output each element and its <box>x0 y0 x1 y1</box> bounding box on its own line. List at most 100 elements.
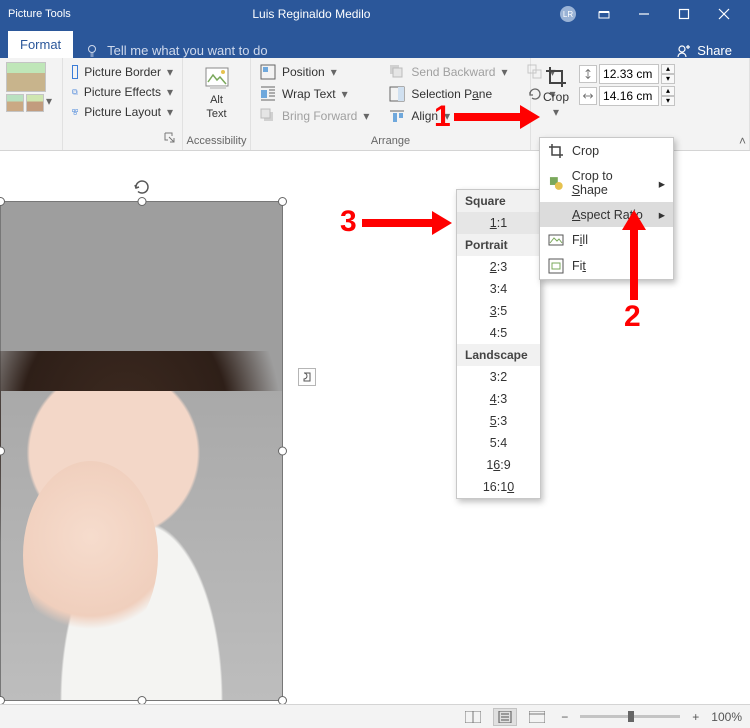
picture-effects-icon <box>72 84 78 100</box>
ribbon-options-icon <box>598 8 610 20</box>
web-layout-icon <box>529 711 545 723</box>
height-input[interactable] <box>599 64 659 84</box>
photo-content <box>23 461 158 650</box>
height-spinner[interactable]: ▴▾ <box>661 64 675 84</box>
share-icon <box>677 44 691 58</box>
position-label: Position <box>282 65 325 79</box>
crop-menu-fill[interactable]: Fill <box>540 227 673 253</box>
maximize-button[interactable] <box>664 0 704 28</box>
width-input[interactable] <box>599 86 659 106</box>
crop-split-button[interactable]: Crop ▾ <box>537 62 575 122</box>
resize-handle[interactable] <box>278 447 287 456</box>
share-label: Share <box>697 43 732 58</box>
picture-layout-label: Picture Layout <box>84 105 161 119</box>
picture-layout-icon <box>72 104 78 120</box>
bring-forward-button[interactable]: Bring Forward ▾ <box>257 106 372 126</box>
position-button[interactable]: Position ▾ <box>257 62 372 82</box>
zoom-in-button[interactable]: + <box>688 710 703 724</box>
picture-style-options: Picture Border ▾ Picture Effects ▾ Pictu… <box>63 58 183 150</box>
picture-styles-gallery: ▾ <box>0 58 63 150</box>
read-mode-button[interactable] <box>461 708 485 726</box>
aspect-ratio-option[interactable]: 3:5 <box>457 300 540 322</box>
submenu-arrow-icon: ▸ <box>659 176 665 191</box>
wrap-text-label: Wrap Text <box>282 87 336 101</box>
crop-icon <box>548 143 564 159</box>
layout-options-button[interactable] <box>298 368 316 386</box>
picture-border-button[interactable]: Picture Border ▾ <box>69 62 176 82</box>
crop-menu-crop-to-shape[interactable]: Crop to Shape ▸ <box>540 164 673 202</box>
zoom-percentage[interactable]: 100% <box>711 710 742 724</box>
align-button[interactable]: Align ▾ <box>386 106 510 126</box>
submenu-arrow-icon: ▸ <box>659 207 665 222</box>
picture-border-icon <box>72 65 78 79</box>
web-layout-button[interactable] <box>525 708 549 726</box>
crop-menu-fit[interactable]: Fit <box>540 253 673 279</box>
selected-picture[interactable] <box>0 201 283 701</box>
style-preset-thumbnail[interactable] <box>6 94 24 112</box>
crop-menu-crop-to-shape-label: Crop to Shape <box>572 169 651 197</box>
minimize-button[interactable] <box>624 0 664 28</box>
maximize-icon <box>678 8 690 20</box>
aspect-ratio-option[interactable]: 4:5 <box>457 322 540 344</box>
dialog-launcher-icon[interactable] <box>164 132 176 144</box>
aspect-ratio-option[interactable]: 3:4 <box>457 278 540 300</box>
fit-icon <box>548 258 564 274</box>
style-preset-thumbnail[interactable] <box>26 94 44 112</box>
collapse-ribbon-button[interactable]: ˄ <box>739 134 746 148</box>
aspect-ratio-option[interactable]: 1:1 <box>457 212 540 234</box>
aspect-ratio-option[interactable]: 16:10 <box>457 476 540 498</box>
aspect-ratio-option[interactable]: 16:9 <box>457 454 540 476</box>
bring-forward-label: Bring Forward <box>282 109 357 123</box>
resize-handle[interactable] <box>0 197 5 206</box>
chevron-down-icon: ▾ <box>342 87 348 101</box>
tell-me-search[interactable]: Tell me what you want to do <box>73 43 667 58</box>
picture-layout-button[interactable]: Picture Layout ▾ <box>69 102 176 122</box>
aspect-ratio-option[interactable]: 3:2 <box>457 366 540 388</box>
selection-pane-button[interactable]: Selection Pane <box>386 84 510 104</box>
style-preset-thumbnail[interactable] <box>6 62 46 92</box>
crop-label: Crop <box>543 90 569 104</box>
crop-menu-crop[interactable]: Crop <box>540 138 673 164</box>
aspect-ratio-option[interactable]: 5:4 <box>457 432 540 454</box>
width-icon <box>579 87 597 105</box>
close-icon <box>718 8 730 20</box>
zoom-out-button[interactable]: − <box>557 710 572 724</box>
send-backward-icon <box>389 64 405 80</box>
aspect-ratio-header-square: Square <box>457 190 540 212</box>
selection-pane-label: Selection Pane <box>411 87 492 101</box>
share-button[interactable]: Share <box>667 43 742 58</box>
send-backward-button[interactable]: Send Backward ▾ <box>386 62 510 82</box>
close-button[interactable] <box>704 0 744 28</box>
tab-format[interactable]: Format <box>8 31 73 58</box>
contextual-tab-label: Picture Tools <box>8 8 71 20</box>
rotation-handle[interactable] <box>133 178 151 199</box>
zoom-slider[interactable] <box>580 715 680 718</box>
layout-options-icon <box>301 371 313 383</box>
picture-border-label: Picture Border <box>84 65 161 79</box>
wrap-text-icon <box>260 86 276 102</box>
picture-effects-button[interactable]: Picture Effects ▾ <box>69 82 176 102</box>
width-spinner[interactable]: ▴▾ <box>661 86 675 106</box>
wrap-text-button[interactable]: Wrap Text ▾ <box>257 84 372 104</box>
gallery-more-button[interactable]: ▾ <box>46 94 52 112</box>
resize-handle[interactable] <box>278 197 287 206</box>
chevron-down-icon: ▾ <box>167 105 173 119</box>
chevron-down-icon: ▾ <box>167 85 173 99</box>
aspect-ratio-header-portrait: Portrait <box>457 234 540 256</box>
resize-handle[interactable] <box>137 197 146 206</box>
width-input-row: ▴▾ <box>579 86 675 106</box>
aspect-ratio-option[interactable]: 5:3 <box>457 410 540 432</box>
accessibility-group-label: Accessibility <box>187 135 247 148</box>
ribbon-display-options-button[interactable] <box>584 0 624 28</box>
aspect-ratio-option[interactable]: 2:3 <box>457 256 540 278</box>
user-avatar[interactable]: LR <box>560 6 576 22</box>
title-bar: Picture Tools Luis Reginaldo Medilo LR F… <box>0 0 750 58</box>
height-input-row: ▴▾ <box>579 64 675 84</box>
zoom-slider-thumb[interactable] <box>628 711 634 722</box>
aspect-ratio-option[interactable]: 4:3 <box>457 388 540 410</box>
print-layout-button[interactable] <box>493 708 517 726</box>
fill-icon <box>548 232 564 248</box>
accessibility-group: Alt Text Accessibility <box>183 58 251 150</box>
alt-text-button[interactable]: Alt Text <box>200 62 234 124</box>
crop-menu-aspect-ratio[interactable]: Aspect Ratio ▸ <box>540 202 673 227</box>
